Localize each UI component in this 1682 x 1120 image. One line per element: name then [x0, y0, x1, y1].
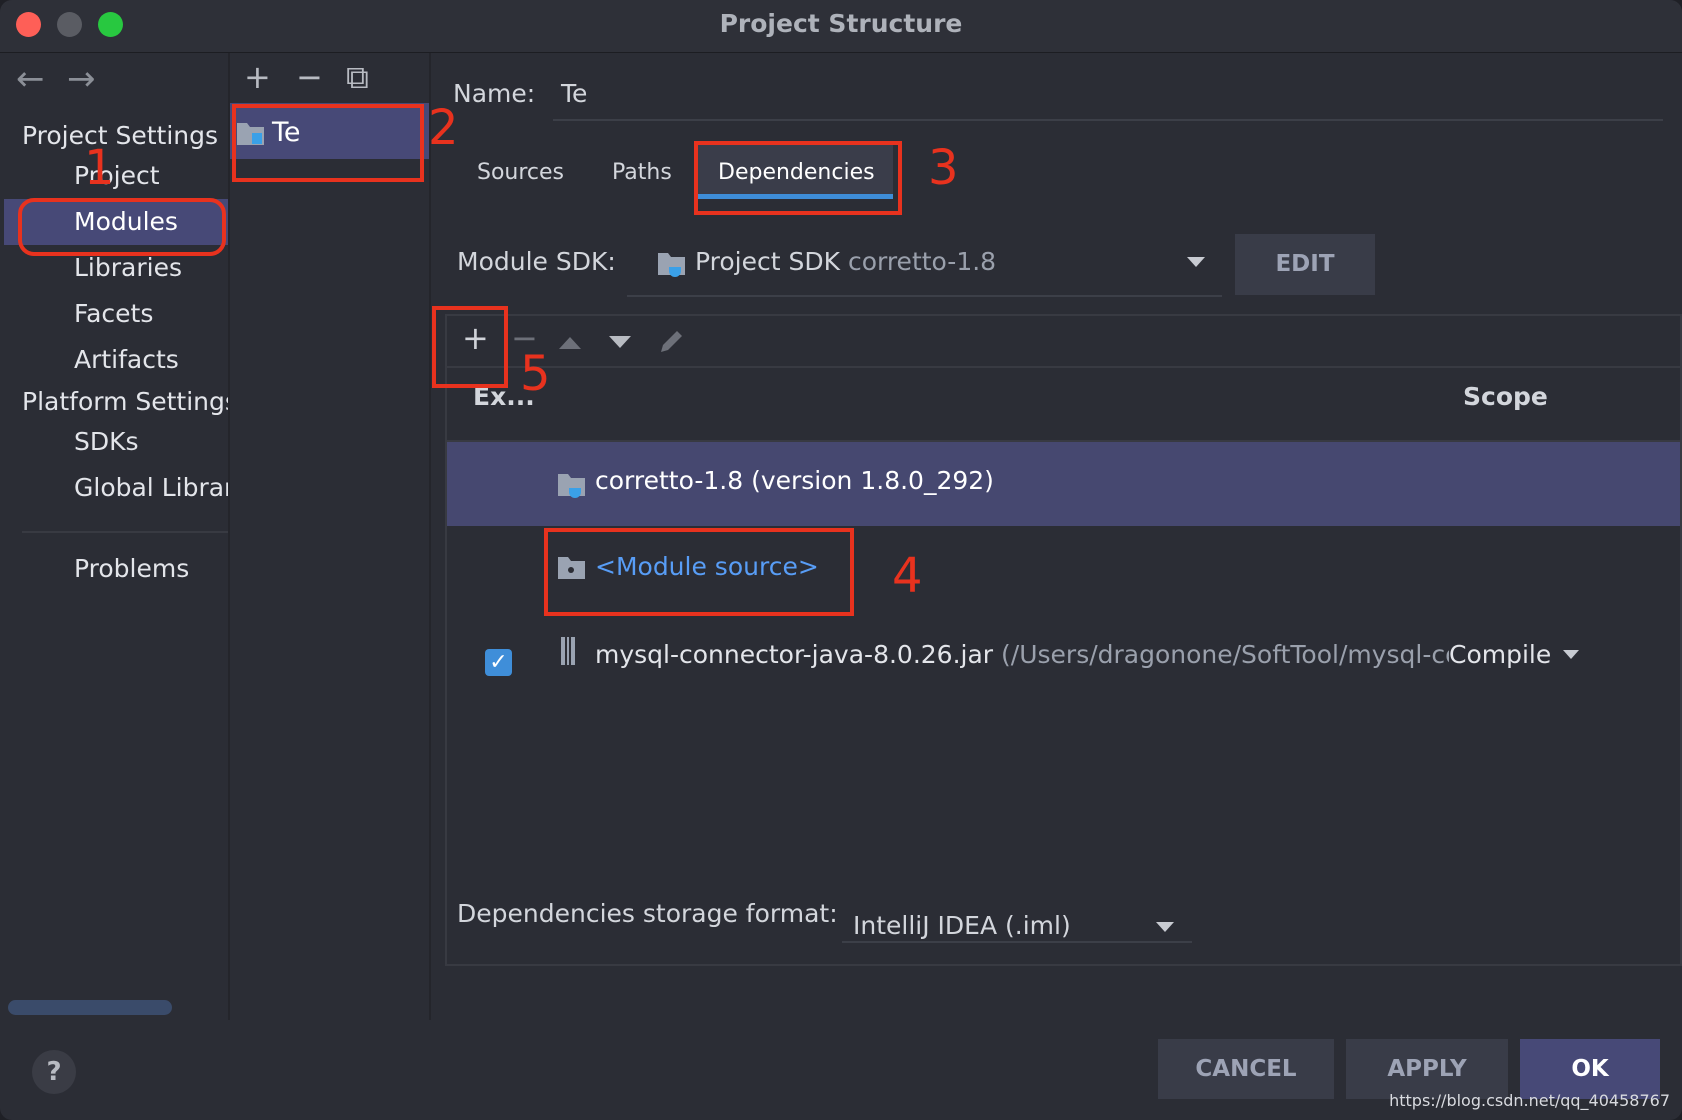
- nav-divider: [22, 531, 228, 533]
- storage-format-dropdown[interactable]: IntelliJ IDEA (.iml): [853, 911, 1071, 940]
- storage-format-underline: [842, 941, 1192, 943]
- window-title: Project Structure: [719, 9, 963, 38]
- module-sdk-dropdown[interactable]: Project SDK corretto-1.8: [695, 247, 996, 276]
- annotation-box-4: [544, 528, 854, 616]
- jar-name: mysql-connector-java-8.0.26.jar: [595, 640, 994, 669]
- sdk-underline: [627, 295, 1222, 297]
- dependency-mysql-jar[interactable]: mysql-connector-java-8.0.26.jar (/Users/…: [595, 640, 1449, 669]
- scope-dropdown[interactable]: Compile: [1449, 640, 1551, 669]
- storage-format-label: Dependencies storage format:: [457, 899, 838, 928]
- sdk-detail: corretto-1.8: [847, 247, 997, 276]
- module-sdk-label: Module SDK:: [457, 247, 616, 276]
- nav-item-libraries[interactable]: Libraries: [74, 253, 182, 282]
- nav-section-project-settings: Project Settings: [22, 121, 219, 150]
- nav-scrollbar[interactable]: [8, 1000, 172, 1015]
- jar-icon: [561, 637, 575, 665]
- ok-button[interactable]: OK: [1520, 1039, 1660, 1099]
- help-button[interactable]: ?: [32, 1050, 76, 1094]
- column-header-scope[interactable]: Scope: [1463, 382, 1548, 411]
- name-field-underline: [553, 119, 1663, 121]
- jar-path: (/Users/dragonone/SoftTool/mysql-conn: [1001, 640, 1449, 669]
- copy-module-icon[interactable]: ⧉: [346, 61, 369, 93]
- apply-button[interactable]: APPLY: [1346, 1039, 1508, 1099]
- annotation-number-4: 4: [892, 548, 923, 604]
- nav-section-platform-settings: Platform Settings: [22, 387, 228, 416]
- title-bar: Project Structure: [0, 0, 1682, 53]
- cancel-button[interactable]: CANCEL: [1158, 1039, 1334, 1099]
- move-up-icon[interactable]: [559, 336, 581, 349]
- annotation-number-3: 3: [928, 140, 959, 196]
- nav-item-facets[interactable]: Facets: [74, 299, 153, 328]
- jdk-folder-icon: [558, 474, 585, 498]
- tab-paths[interactable]: Paths: [612, 160, 672, 185]
- nav-item-problems[interactable]: Problems: [74, 554, 189, 583]
- dependency-jdk[interactable]: corretto-1.8 (version 1.8.0_292): [595, 466, 994, 495]
- storage-chevron-down-icon[interactable]: [1156, 922, 1174, 934]
- nav-item-artifacts[interactable]: Artifacts: [74, 345, 179, 374]
- name-field[interactable]: Te: [561, 79, 587, 108]
- remove-module-icon[interactable]: −: [296, 61, 323, 93]
- project-structure-window: Project Structure ← → Project Settings P…: [0, 0, 1682, 1120]
- nav-item-global-libraries[interactable]: Global Libraries: [74, 473, 228, 502]
- name-label: Name:: [453, 79, 536, 108]
- module-list-panel: + − ⧉ Te: [230, 53, 431, 1020]
- annotation-box-5: [432, 306, 508, 388]
- edit-pencil-icon[interactable]: [657, 328, 685, 356]
- watermark: https://blog.csdn.net/qq_40458767: [1389, 1091, 1670, 1110]
- nav-item-sdks[interactable]: SDKs: [74, 427, 139, 456]
- sdk-chevron-down-icon[interactable]: [1187, 257, 1205, 269]
- annotation-number-5: 5: [520, 346, 551, 402]
- sdk-folder-icon: [658, 253, 685, 277]
- tab-sources[interactable]: Sources: [477, 160, 564, 185]
- forward-arrow-icon[interactable]: →: [67, 59, 96, 99]
- edit-sdk-button[interactable]: EDIT: [1235, 234, 1375, 295]
- annotation-box-2: [232, 104, 424, 182]
- back-arrow-icon[interactable]: ←: [16, 59, 45, 99]
- toolbar-divider: [447, 366, 1680, 368]
- annotation-box-1: [18, 198, 226, 256]
- sdk-value: Project SDK: [695, 247, 840, 276]
- annotation-number-1: 1: [84, 140, 115, 196]
- add-module-icon[interactable]: +: [244, 61, 271, 93]
- annotation-box-3: [694, 141, 902, 215]
- annotation-number-2: 2: [428, 100, 459, 156]
- dependencies-table: + − Ex... Scope corretto-1.8 (version 1.…: [445, 314, 1682, 966]
- scope-chevron-down-icon[interactable]: [1563, 650, 1579, 660]
- export-checkbox[interactable]: ✓: [485, 649, 512, 676]
- move-down-icon[interactable]: [609, 336, 631, 349]
